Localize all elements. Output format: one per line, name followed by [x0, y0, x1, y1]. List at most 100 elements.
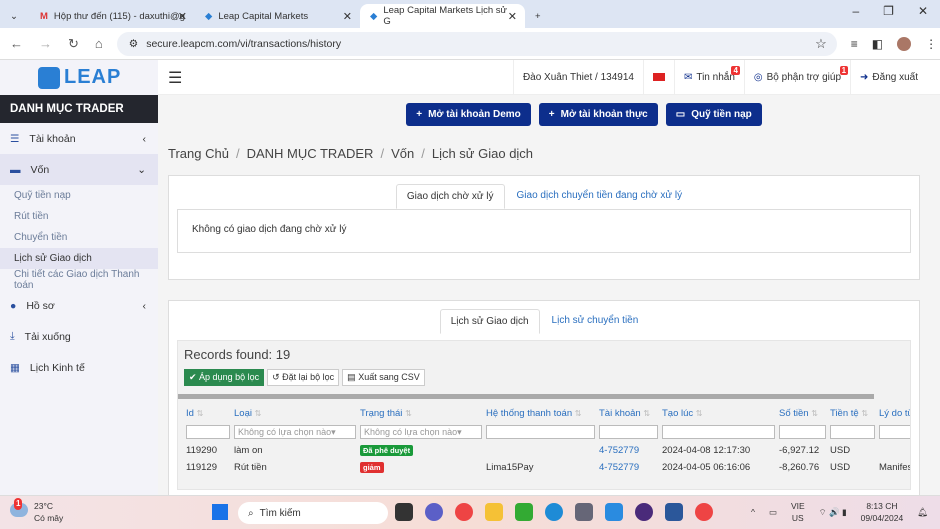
sidepanel-icon[interactable]: ◧ — [872, 37, 883, 51]
plus-icon: + — [548, 109, 555, 120]
browser-tab-history[interactable]: ◆ Leap Capital Markets Lịch sử G ✕ — [360, 4, 525, 28]
messages-badge: 4 — [731, 65, 740, 75]
profile-avatar[interactable] — [897, 36, 912, 51]
app-icon[interactable] — [395, 503, 413, 521]
bookmark-star-icon[interactable]: ☆ — [815, 36, 827, 52]
column-header[interactable]: Loại ⇅ — [232, 405, 358, 422]
column-header[interactable]: Số tiền ⇅ — [777, 405, 828, 422]
export-csv-button[interactable]: ▤ Xuất sang CSV — [342, 369, 425, 386]
column-header[interactable]: Tiền tệ ⇅ — [828, 405, 877, 422]
site-info-icon[interactable]: ⚙ — [129, 38, 138, 50]
open-real-account-button[interactable]: + Mở tài khoản thực — [538, 103, 658, 126]
close-tab-icon[interactable]: ✕ — [343, 10, 352, 23]
network-volume-battery-icons[interactable]: ⌔ 🔊 ▮ — [819, 506, 847, 518]
sidebar-item-calendar[interactable]: ▦ Lịch Kinh tế — [0, 352, 158, 383]
url-input[interactable]: ⚙ secure.leapcm.com/vi/transactions/histo… — [116, 31, 837, 56]
sidebar-item-downloads[interactable]: ⤓ Tải xuống — [0, 321, 158, 352]
filter-select[interactable]: Không có lựa chọn nào▾ — [234, 425, 356, 439]
home-icon[interactable]: ⌂ — [95, 36, 103, 52]
filter-input[interactable] — [186, 425, 230, 439]
breadcrumb-current: Lịch sử Giao dịch — [431, 146, 534, 161]
browser-tab-leap[interactable]: ◆ Leap Capital Markets ✕ — [195, 4, 360, 28]
clock[interactable]: 8:13 CH 09/04/2024 — [861, 500, 904, 524]
leap-logo[interactable]: LEAP — [0, 60, 158, 95]
column-header[interactable]: Tài khoản ⇅ — [597, 405, 660, 422]
forward-icon[interactable]: → — [39, 36, 52, 52]
deposit-button[interactable]: ▭ Quỹ tiền nạp — [665, 103, 762, 126]
chrome-icon[interactable] — [455, 503, 473, 521]
column-header[interactable]: Tạo lúc ⇅ — [660, 405, 777, 422]
teams-icon[interactable] — [425, 503, 443, 521]
column-header[interactable]: Trạng thái ⇅ — [358, 405, 484, 422]
notification-bell-icon[interactable]: 🔔︎ — [917, 506, 928, 518]
back-icon[interactable]: ← — [10, 36, 23, 52]
messages-link[interactable]: ✉ Tin nhắn 4 — [673, 59, 744, 95]
file-explorer-icon[interactable] — [485, 503, 503, 521]
sidebar-item-account[interactable]: ☰ Tài khoản ‹ — [0, 123, 158, 154]
language-indicator[interactable]: VIE US — [791, 500, 805, 524]
hamburger-menu-icon[interactable]: ☰ — [168, 68, 182, 88]
horizontal-scrollbar[interactable] — [178, 394, 874, 399]
keyboard-icon[interactable]: ▭ — [769, 506, 777, 518]
filter-input[interactable] — [486, 425, 595, 439]
breadcrumb-trader[interactable]: DANH MỤC TRADER — [247, 146, 374, 161]
minimize-icon[interactable]: – — [852, 4, 859, 18]
tab-transfer-history[interactable]: Lịch sử chuyển tiền — [542, 309, 649, 334]
menu-icon[interactable]: ⋮ — [925, 37, 937, 51]
logout-link[interactable]: ➜ Đăng xuất — [850, 59, 940, 95]
support-link[interactable]: ◎ Bộ phận trợ giúp 1 — [743, 59, 850, 95]
column-header[interactable]: Lý do từ c ⇅ — [877, 405, 910, 422]
settings-icon[interactable] — [575, 503, 593, 521]
sidebar-item-label: Lịch Kinh tế — [29, 361, 85, 374]
windows-start-icon[interactable] — [212, 504, 228, 520]
tab-pending-transfers[interactable]: Giao dịch chuyển tiền đang chờ xử lý — [507, 184, 693, 209]
account-link[interactable]: 4-752779 — [599, 445, 639, 456]
app-icon[interactable] — [635, 503, 653, 521]
close-window-icon[interactable]: ✕ — [918, 4, 928, 18]
app-icon[interactable] — [515, 503, 533, 521]
media-icon[interactable]: ≡ — [851, 37, 858, 51]
filter-input[interactable] — [830, 425, 875, 439]
column-header[interactable]: Id ⇅ — [184, 405, 232, 422]
edge-icon[interactable] — [545, 503, 563, 521]
breadcrumb-capital[interactable]: Vốn — [391, 146, 414, 161]
taskbar-search[interactable]: ⌕ Tìm kiếm — [238, 502, 388, 524]
breadcrumb-home[interactable]: Trang Chủ — [168, 146, 229, 161]
close-tab-icon[interactable]: ✕ — [508, 10, 517, 23]
apply-filter-button[interactable]: ✔ Áp dụng bộ lọc — [184, 369, 265, 386]
filter-input[interactable] — [779, 425, 826, 439]
language-flag-vn[interactable] — [642, 59, 674, 95]
sidebar-item-profile[interactable]: ● Hồ sơ ‹ — [0, 290, 158, 321]
filter-input[interactable] — [879, 425, 910, 439]
open-demo-account-button[interactable]: + Mở tài khoản Demo — [406, 103, 531, 126]
zalo-icon[interactable] — [605, 503, 623, 521]
sidebar-sub-deposit[interactable]: Quỹ tiền nạp — [0, 185, 158, 206]
tab-transaction-history[interactable]: Lịch sử Giao dịch — [439, 309, 540, 334]
filter-select[interactable]: Không có lựa chọn nào▾ — [360, 425, 482, 439]
column-header[interactable]: Hệ thống thanh toán ⇅ — [484, 405, 597, 422]
cell-currency: USD — [830, 462, 851, 473]
sidebar-sub-withdraw[interactable]: Rút tiền — [0, 206, 158, 227]
chevron-up-icon[interactable]: ^ — [751, 506, 755, 518]
new-tab-button[interactable]: + — [525, 4, 555, 28]
filter-input[interactable] — [662, 425, 775, 439]
tab-pending-transactions[interactable]: Giao dịch chờ xử lý — [395, 184, 505, 209]
reload-icon[interactable]: ↻ — [68, 36, 79, 52]
filter-input[interactable] — [599, 425, 658, 439]
reset-filter-button[interactable]: ↺ Đặt lại bộ lọc — [267, 369, 340, 386]
restore-icon[interactable]: ❐ — [883, 4, 894, 18]
close-tab-icon[interactable]: ✕ — [178, 10, 187, 23]
sort-icon: ⇅ — [254, 409, 262, 418]
browser-tab-gmail[interactable]: M Hộp thư đến (115) - daxuthi@g ✕ — [30, 4, 195, 28]
account-link[interactable]: 4-752779 — [599, 462, 639, 473]
sidebar-item-capital[interactable]: ▬ Vốn ⌄ — [0, 154, 158, 185]
weather-badge: 1 — [14, 498, 23, 510]
tab-search-button[interactable]: ⌄ — [0, 4, 30, 28]
weather-widget[interactable]: 1 23°C Có mây — [10, 498, 63, 524]
sidebar-sub-transfer[interactable]: Chuyển tiền — [0, 227, 158, 248]
sidebar-sub-history[interactable]: Lịch sử Giao dịch — [0, 248, 158, 269]
sidebar-sub-payment-details[interactable]: Chi tiết các Giao dịch Thanh toán — [0, 269, 158, 291]
chrome-icon[interactable] — [695, 503, 713, 521]
sort-icon: ⇅ — [643, 409, 651, 418]
word-icon[interactable] — [665, 503, 683, 521]
